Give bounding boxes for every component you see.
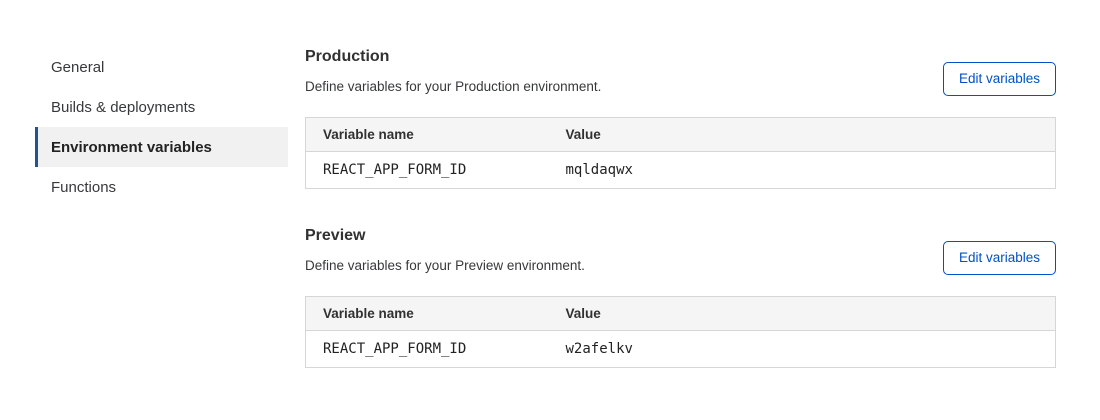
column-header-variable-name: Variable name	[306, 297, 549, 331]
variable-name-cell: REACT_APP_FORM_ID	[306, 152, 549, 189]
table-header-row: Variable name Value	[306, 118, 1056, 152]
production-title: Production	[305, 47, 601, 67]
sidebar-item-builds-deployments[interactable]: Builds & deployments	[35, 87, 288, 127]
production-section-text: Production Define variables for your Pro…	[305, 47, 601, 96]
environment-variables-panel: Production Define variables for your Pro…	[305, 47, 1056, 368]
sidebar-item-label: Builds & deployments	[51, 99, 195, 116]
preview-variables-table: Variable name Value REACT_APP_FORM_ID w2…	[305, 296, 1056, 368]
preview-title: Preview	[305, 226, 585, 246]
table-header-row: Variable name Value	[306, 297, 1056, 331]
preview-section-header: Preview Define variables for your Previe…	[305, 226, 1056, 275]
variable-value-cell: mqldaqwx	[549, 152, 1056, 189]
column-header-value: Value	[549, 118, 1056, 152]
production-variables-table: Variable name Value REACT_APP_FORM_ID mq…	[305, 117, 1056, 189]
variable-value-cell: w2afelkv	[549, 331, 1056, 368]
sidebar-item-label: General	[51, 59, 104, 76]
variable-name-cell: REACT_APP_FORM_ID	[306, 331, 549, 368]
edit-variables-button-production[interactable]: Edit variables	[943, 62, 1056, 96]
sidebar-item-functions[interactable]: Functions	[35, 167, 288, 207]
settings-nav: General Builds & deployments Environment…	[35, 47, 288, 207]
sidebar-item-label: Environment variables	[51, 139, 212, 156]
table-row: REACT_APP_FORM_ID w2afelkv	[306, 331, 1056, 368]
sidebar-item-general[interactable]: General	[35, 47, 288, 87]
production-section-header: Production Define variables for your Pro…	[305, 47, 1056, 96]
preview-section-text: Preview Define variables for your Previe…	[305, 226, 585, 275]
sidebar-item-environment-variables[interactable]: Environment variables	[35, 127, 288, 167]
preview-section: Preview Define variables for your Previe…	[305, 226, 1056, 368]
column-header-value: Value	[549, 297, 1056, 331]
production-description: Define variables for your Production env…	[305, 78, 601, 96]
edit-variables-button-preview[interactable]: Edit variables	[943, 241, 1056, 275]
settings-page: General Builds & deployments Environment…	[0, 0, 1100, 368]
production-section: Production Define variables for your Pro…	[305, 47, 1056, 189]
preview-description: Define variables for your Preview enviro…	[305, 257, 585, 275]
column-header-variable-name: Variable name	[306, 118, 549, 152]
sidebar-item-label: Functions	[51, 179, 116, 196]
table-row: REACT_APP_FORM_ID mqldaqwx	[306, 152, 1056, 189]
